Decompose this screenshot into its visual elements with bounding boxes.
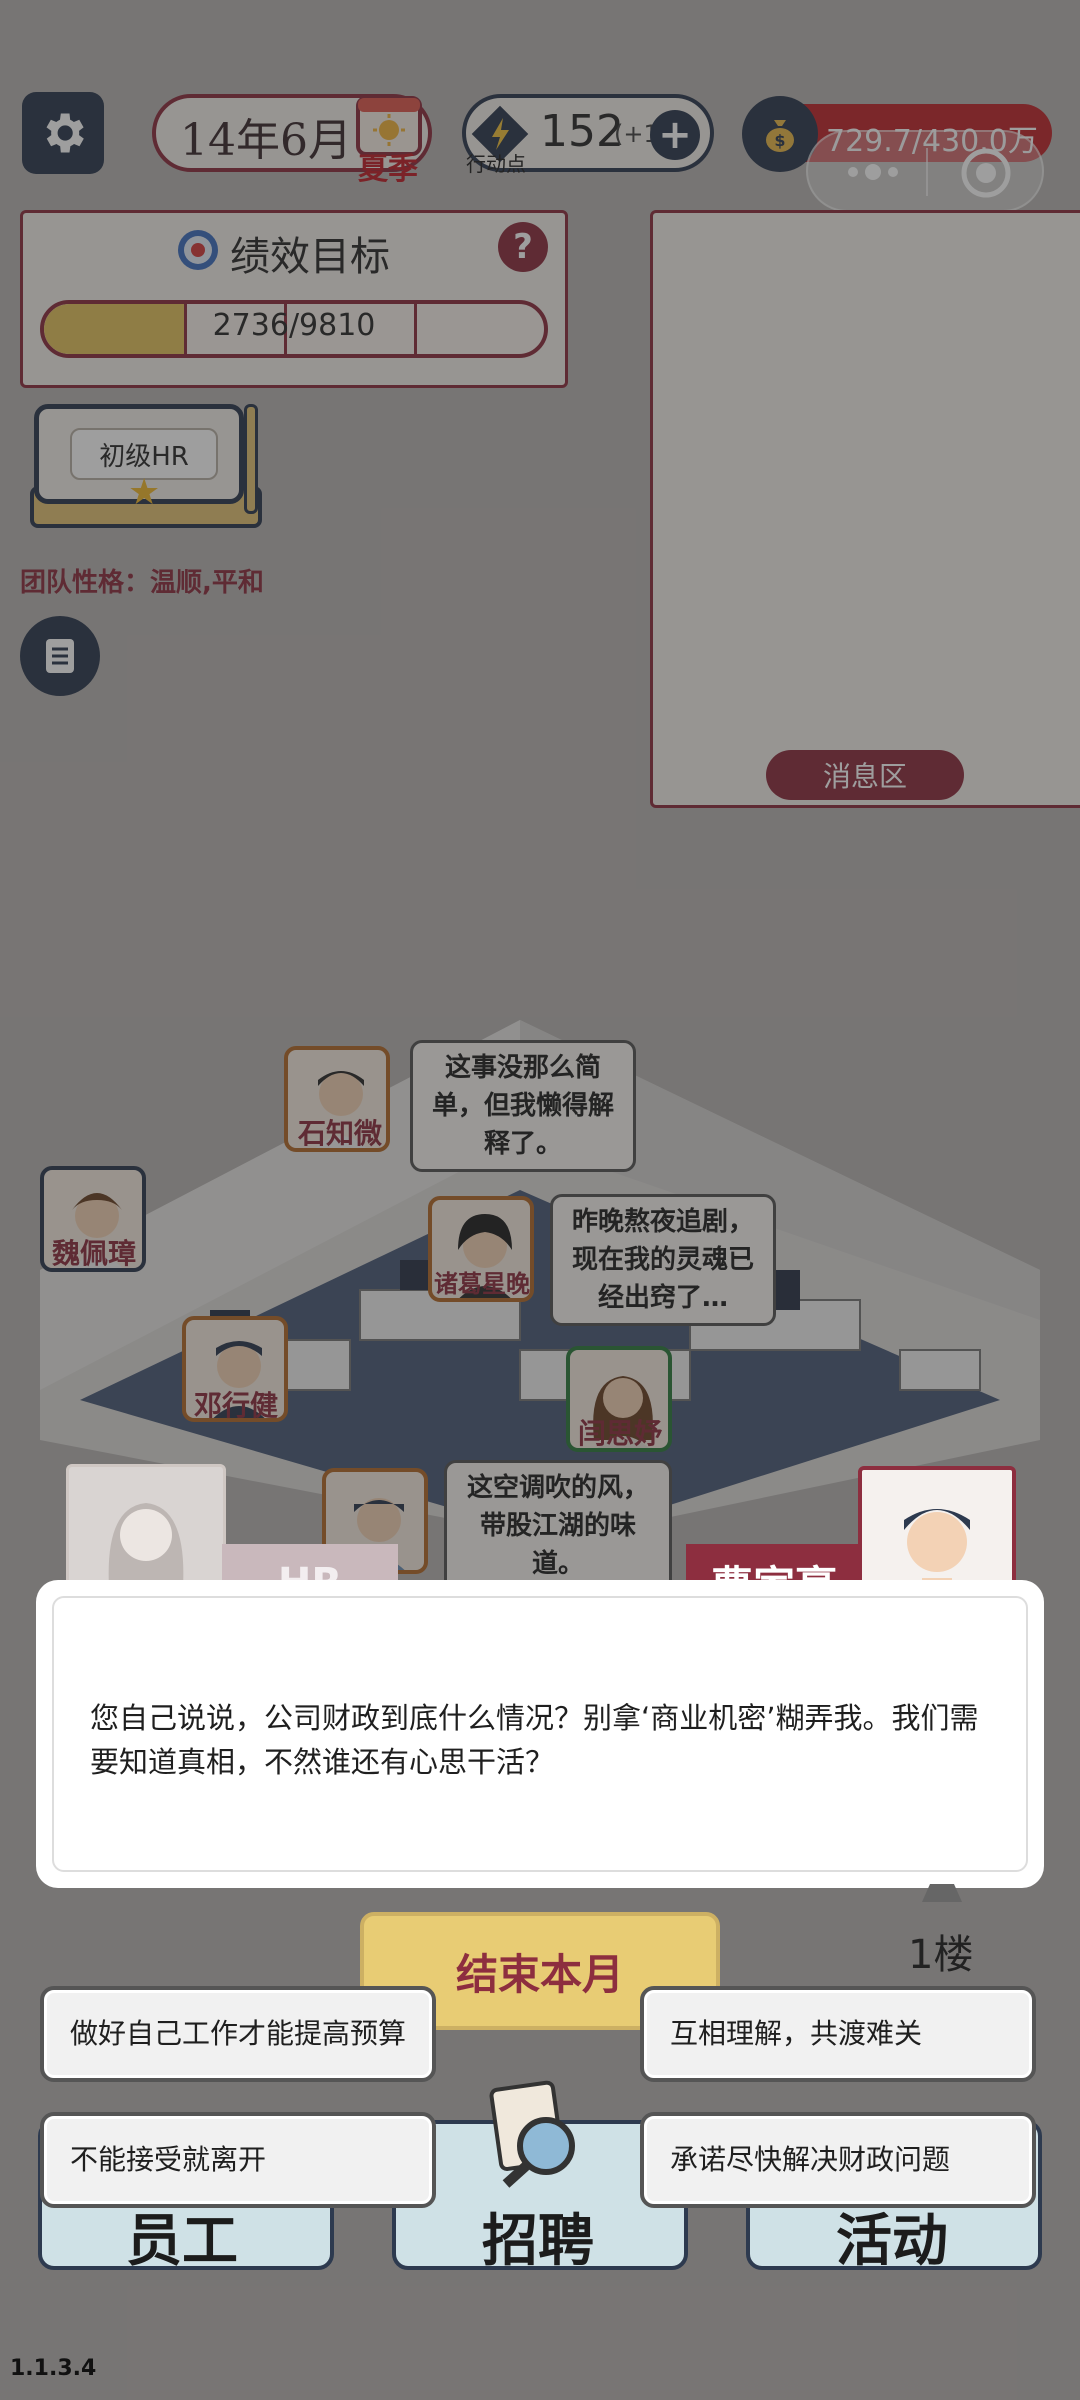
message-panel	[650, 210, 1080, 808]
close-miniapp-button[interactable]	[958, 146, 1014, 200]
miniapp-capsule	[806, 130, 1044, 212]
team-personality: 团队性格：温顺,平和	[20, 568, 264, 598]
more-dots-icon	[848, 164, 898, 180]
employee-name: 魏佩璋	[51, 1237, 136, 1270]
performance-title: 绩效目标	[230, 234, 390, 280]
help-button[interactable]: ?	[498, 222, 548, 272]
date-text: 14年6月	[180, 115, 352, 166]
document-icon	[46, 639, 74, 673]
choice-option-2[interactable]: 互相理解，共渡难关	[640, 1986, 1036, 2082]
version-label: 1.1.3.4	[10, 2356, 97, 2381]
tab-employees-label: 员工	[126, 2208, 238, 2274]
choice-option-3[interactable]: 不能接受就离开	[40, 2112, 436, 2208]
settings-button[interactable]	[22, 92, 104, 174]
action-points-label: 行动点	[466, 152, 526, 176]
choice-option-1[interactable]: 做好自己工作才能提高预算	[40, 1986, 436, 2082]
employee-name: 邓行健	[193, 1389, 278, 1422]
more-button[interactable]	[828, 150, 918, 194]
speech-bubble: 昨晚熬夜追剧，现在我的灵魂已经出窍了…	[550, 1194, 776, 1326]
rank-scroll	[244, 404, 258, 514]
action-points-value: 152	[540, 106, 624, 157]
svg-text:$: $	[774, 131, 785, 150]
choice-option-4[interactable]: 承诺尽快解决财政问题	[640, 2112, 1036, 2208]
speech-bubble: 这事没那么简单，但我懒得解释了。	[410, 1040, 636, 1172]
progress-text: 2736/9810	[212, 308, 376, 343]
speech-bubble: 这空调吹的风，带股江湖的味道。	[444, 1460, 672, 1592]
gear-icon	[46, 113, 84, 153]
add-action-points-button[interactable]: +	[650, 110, 700, 160]
tab-recruit-label: 招聘	[482, 2208, 594, 2274]
tab-activity-label: 活动	[836, 2208, 948, 2274]
star-icon: ★	[128, 472, 161, 513]
employee-name: 闫思妤	[577, 1417, 662, 1450]
season-label: 夏季	[358, 152, 418, 187]
document-button[interactable]	[20, 616, 100, 696]
recruit-magnifier-icon	[489, 2080, 575, 2188]
employee-name: 石知微	[297, 1117, 382, 1150]
floor-up-icon[interactable]	[914, 1880, 970, 1904]
target-icon	[961, 148, 1011, 198]
message-area-button[interactable]: 消息区	[766, 750, 964, 800]
dialog-text: 您自己说说，公司财政到底什么情况？别拿‘商业机密’糊弄我。我们需要知道真相，不然…	[90, 1701, 979, 1779]
target-badge-icon	[178, 230, 218, 270]
employee-name: 诸葛星晚	[434, 1270, 530, 1298]
floor-label[interactable]: 1楼	[908, 1922, 973, 1980]
